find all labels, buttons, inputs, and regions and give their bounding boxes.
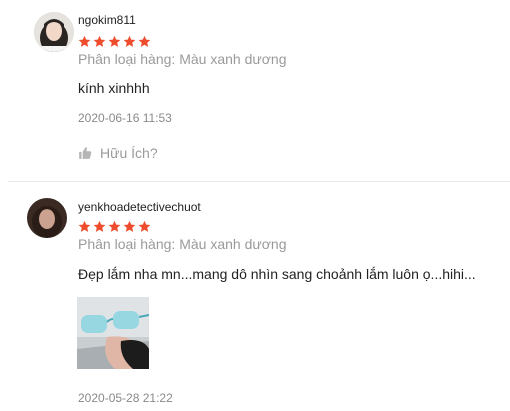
helpful-label: Hữu Ích? [100, 145, 158, 161]
thumbs-up-icon [79, 147, 92, 159]
review-comment: Đẹp lắm nha mn...mang dô nhìn sang choản… [78, 266, 476, 282]
avatar-photo-icon [27, 198, 67, 238]
variation-label: Phân loại hàng: Màu xanh dương [78, 51, 287, 67]
star-icon [138, 35, 151, 47]
avatar[interactable] [27, 198, 67, 238]
review-timestamp: 2020-05-28 21:22 [78, 391, 173, 405]
avatar-photo-icon [34, 12, 74, 52]
star-rating [78, 220, 151, 233]
divider [8, 181, 510, 182]
star-icon [108, 220, 121, 232]
star-icon [78, 220, 91, 232]
review-comment: kính xinhhh [78, 80, 150, 96]
star-icon [78, 35, 91, 47]
star-icon [138, 220, 151, 232]
star-icon [108, 35, 121, 47]
review-photo[interactable] [77, 297, 149, 369]
helpful-button[interactable]: Hữu Ích? [78, 145, 158, 161]
avatar[interactable] [34, 12, 74, 52]
star-icon [93, 35, 106, 47]
variation-label: Phân loại hàng: Màu xanh dương [78, 236, 287, 252]
star-icon [93, 220, 106, 232]
star-icon [123, 220, 136, 232]
star-icon [123, 35, 136, 47]
review-username[interactable]: yenkhoadetectivechuot [78, 200, 201, 214]
review-username[interactable]: ngokim811 [78, 13, 136, 27]
review-timestamp: 2020-06-16 11:53 [78, 111, 172, 125]
star-rating [78, 35, 151, 48]
glasses-photo-icon [77, 297, 149, 369]
